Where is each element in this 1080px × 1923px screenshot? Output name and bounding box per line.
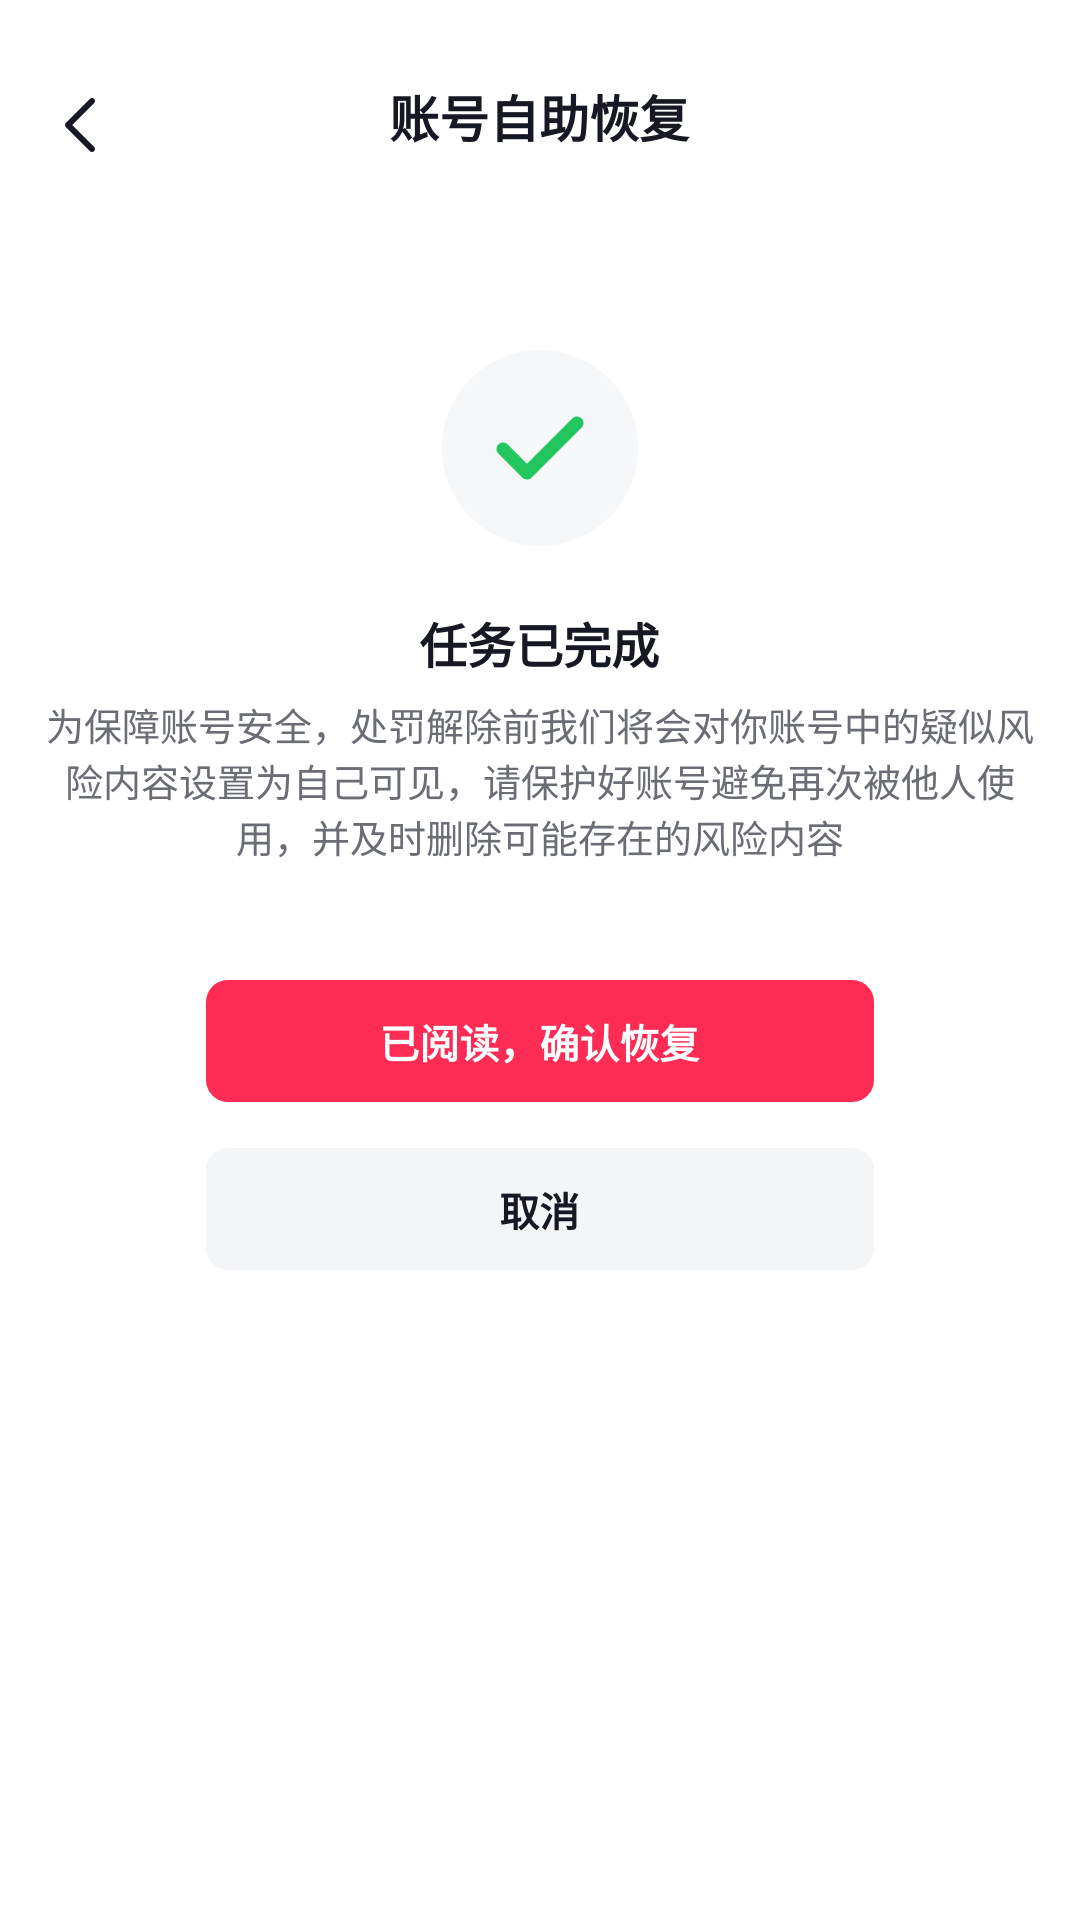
confirm-restore-button[interactable]: 已阅读，确认恢复 xyxy=(206,980,874,1102)
navigation-bar: 账号自助恢复 xyxy=(0,0,1080,240)
result-title: 任务已完成 xyxy=(419,619,660,675)
page-title: 账号自助恢复 xyxy=(390,91,690,149)
check-icon xyxy=(496,416,584,480)
success-status-badge xyxy=(442,350,638,546)
result-description: 为保障账号安全，处罚解除前我们将会对你账号中的疑似风险内容设置为自己可见，请保护… xyxy=(45,706,1034,862)
cancel-button[interactable]: 取消 xyxy=(206,1148,874,1270)
